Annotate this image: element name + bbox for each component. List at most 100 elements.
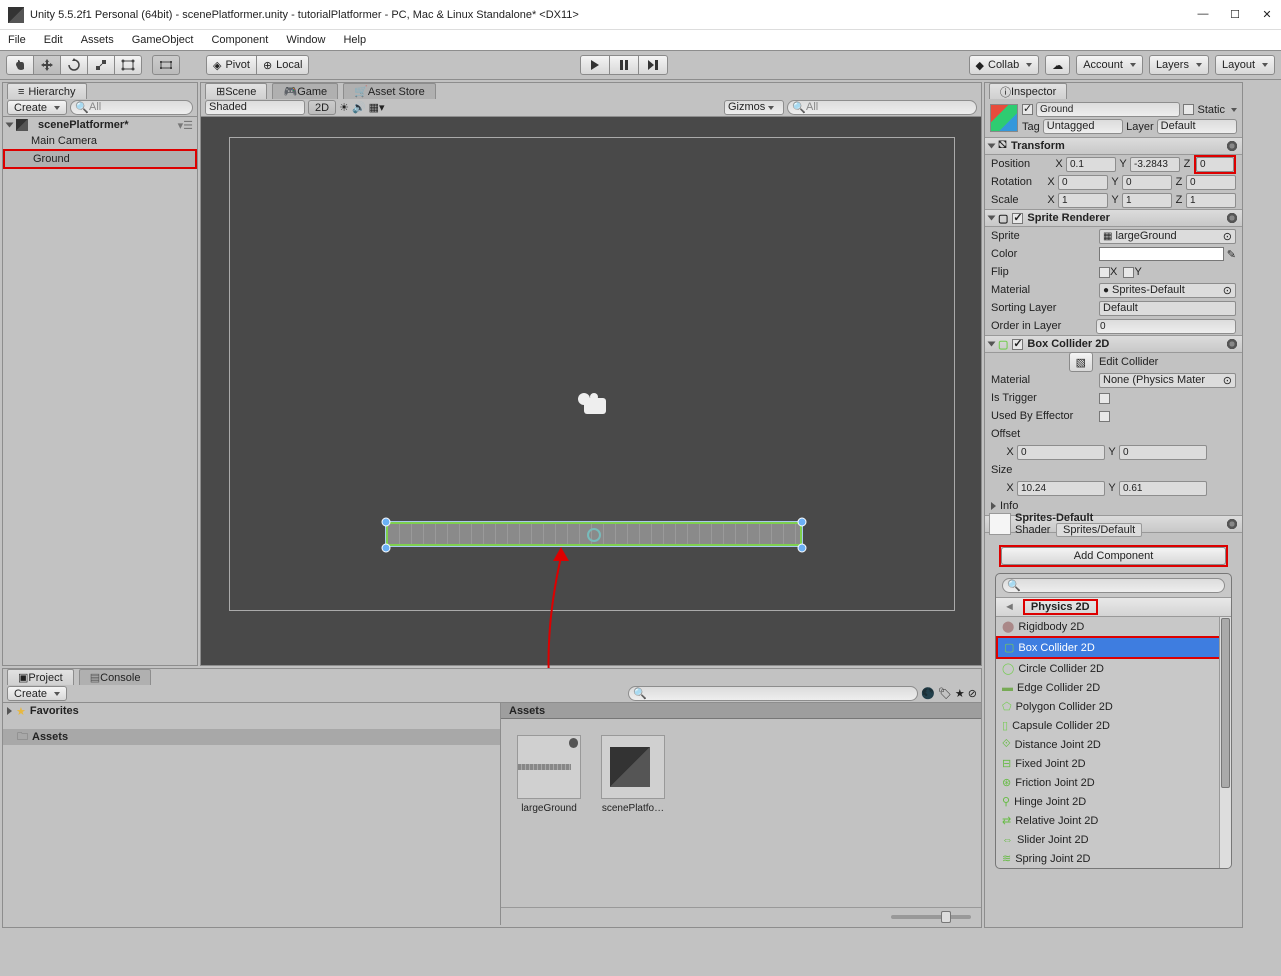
hierarchy-tab[interactable]: ≡Hierarchy [7,83,87,99]
sorting-layer-dropdown[interactable]: Default [1099,301,1236,316]
component-item-relativejoint2d[interactable]: ⇄Relative Joint 2D [996,811,1231,830]
rot-y[interactable] [1122,175,1172,190]
offset-y[interactable] [1119,445,1207,460]
component-item-edgecollider2d[interactable]: ▬Edge Collider 2D [996,678,1231,697]
project-tab[interactable]: ▣ Project [7,669,74,685]
scale-x[interactable] [1058,193,1108,208]
2d-toggle[interactable]: 2D [308,100,336,115]
console-tab[interactable]: ▤ Console [79,669,152,685]
pivot-button[interactable]: ◈ Pivot [206,55,257,75]
color-field[interactable] [1099,247,1224,261]
gameobject-icon[interactable] [990,104,1018,132]
asset-largeground[interactable]: largeGround [517,735,581,814]
layers-dropdown[interactable]: Layers [1149,55,1209,75]
component-item-rigidbody2d[interactable]: ⬤Rigidbody 2D [996,617,1231,636]
rot-x[interactable] [1058,175,1108,190]
shader-dropdown[interactable]: Sprites/Default [1056,523,1142,537]
menu-assets[interactable]: Assets [81,34,114,46]
tag-dropdown[interactable]: Untagged [1043,119,1123,134]
hierarchy-item-camera[interactable]: Main Camera [3,133,197,149]
order-in-layer-field[interactable] [1096,319,1236,334]
component-item-polygoncollider2d[interactable]: ⬠Polygon Collider 2D [996,697,1231,716]
active-checkbox[interactable] [1022,104,1033,115]
gear-icon[interactable] [1226,140,1238,152]
collider-enabled-checkbox[interactable] [1012,339,1023,350]
asset-store-tab[interactable]: 🛒 Asset Store [343,83,436,99]
cloud-button[interactable]: ☁ [1045,55,1070,75]
material-field[interactable]: ●Sprites-Default⊙ [1099,283,1236,298]
menu-window[interactable]: Window [286,34,325,46]
project-search[interactable]: 🔍 [628,686,918,701]
scene-tab[interactable]: ⊞ Scene [205,83,267,99]
account-dropdown[interactable]: Account [1076,55,1143,75]
scene-menu-icon[interactable]: ▾☰ [178,119,193,132]
fx-toggle[interactable]: ▦▾ [369,101,385,114]
play-button[interactable] [580,55,610,75]
hierarchy-create-button[interactable]: Create [7,100,67,115]
flip-y-checkbox[interactable] [1123,267,1134,278]
rot-z[interactable] [1186,175,1236,190]
component-item-distancejoint2d[interactable]: ⟐Distance Joint 2D [996,735,1231,754]
component-item-frictionjoint2d[interactable]: ⊛Friction Joint 2D [996,773,1231,792]
hierarchy-search[interactable]: 🔍All [70,100,193,115]
flip-x-checkbox[interactable] [1099,267,1110,278]
object-name-field[interactable] [1036,102,1180,117]
star-icon[interactable]: ★ [955,687,965,700]
static-checkbox[interactable] [1183,104,1194,115]
scale-y[interactable] [1122,193,1172,208]
sprite-renderer-header[interactable]: ▢Sprite Renderer [985,209,1242,227]
offset-x[interactable] [1017,445,1105,460]
component-search[interactable]: 🔍 [1002,578,1225,593]
label-icon[interactable]: 🏷 [938,687,952,700]
inspector-tab[interactable]: ⓘ Inspector [989,83,1067,99]
gizmos-dropdown[interactable]: Gizmos [724,100,784,115]
menu-help[interactable]: Help [343,34,366,46]
sprite-field[interactable]: ▦largeGround⊙ [1099,229,1236,244]
scale-z[interactable] [1186,193,1236,208]
component-item-capsulecollider2d[interactable]: ▯Capsule Collider 2D [996,716,1231,735]
hidden-icon[interactable]: ⊘ [968,687,977,700]
pos-y[interactable] [1130,157,1180,172]
sprite-enabled-checkbox[interactable] [1012,213,1023,224]
gear-icon[interactable] [1226,338,1238,350]
back-button[interactable]: ◄ [996,601,1023,613]
pos-z[interactable] [1196,157,1234,172]
game-tab[interactable]: 🎮 Game [272,83,338,99]
fold-icon[interactable] [991,502,996,510]
menu-gameobject[interactable]: GameObject [132,34,194,46]
component-item-springjoint2d[interactable]: ≋Spring Joint 2D [996,849,1231,868]
pos-x[interactable] [1066,157,1116,172]
component-item-sliderjoint2d[interactable]: ⇔Slider Joint 2D [996,830,1231,849]
project-folder-assets[interactable]: 🗀Assets [3,729,500,745]
audio-toggle[interactable]: 🔊 [352,101,366,114]
used-by-effector-checkbox[interactable] [1099,411,1110,422]
component-item-circlecollider2d[interactable]: ◯Circle Collider 2D [996,659,1231,678]
project-create-button[interactable]: Create [7,686,67,701]
close-button[interactable]: ✕ [1261,8,1273,21]
rect-tool[interactable] [114,55,142,75]
rotate-tool[interactable] [60,55,88,75]
menu-component[interactable]: Component [211,34,268,46]
favorites-label[interactable]: Favorites [30,705,79,717]
light-toggle[interactable]: ☀ [339,101,349,114]
transform-header[interactable]: ⛞Transform [985,137,1242,155]
asset-sceneplatformer[interactable]: scenePlatfo… [601,735,665,814]
move-tool[interactable] [33,55,61,75]
menu-file[interactable]: File [8,34,26,46]
box-collider-header[interactable]: ▢Box Collider 2D [985,335,1242,353]
fold-icon[interactable] [6,123,14,128]
component-item-hingejoint2d[interactable]: ⚲Hinge Joint 2D [996,792,1231,811]
scene-viewport[interactable] [201,117,981,665]
filter-icon[interactable]: 🌑 [921,687,935,700]
size-x[interactable] [1017,481,1105,496]
physics-material-field[interactable]: None (Physics Mater⊙ [1099,373,1236,388]
scrollbar[interactable] [1219,617,1231,868]
pause-button[interactable] [609,55,639,75]
edit-collider-button[interactable]: ▧ [1069,352,1093,372]
local-button[interactable]: ⊕ Local [256,55,310,75]
shading-mode-dropdown[interactable]: Shaded [205,100,305,115]
scene-search[interactable]: 🔍All [787,100,977,115]
size-y[interactable] [1119,481,1207,496]
scale-tool[interactable] [87,55,115,75]
is-trigger-checkbox[interactable] [1099,393,1110,404]
